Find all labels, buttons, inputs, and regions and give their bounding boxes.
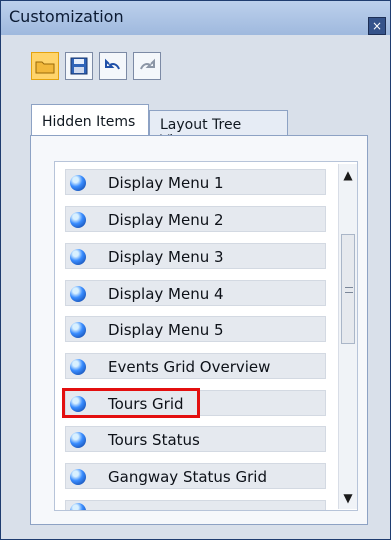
close-button[interactable]: × [368,17,386,35]
item-bullet-icon [70,469,86,485]
list-item[interactable]: Display Menu 4 [65,280,326,306]
list-item[interactable]: Tours Status [65,426,326,452]
scroll-grip-icon [345,287,353,293]
item-bullet-icon [70,286,86,302]
undo-button[interactable] [99,52,127,80]
list-item[interactable]: Display Menu 5 [65,316,326,342]
scroll-down-arrow-icon[interactable]: ▼ [341,491,355,505]
list-item[interactable]: Events Grid Overview [65,353,326,379]
item-bullet-icon [70,249,86,265]
redo-icon [140,58,155,70]
open-button[interactable] [31,52,59,80]
item-bullet-icon [70,322,86,338]
list-item[interactable]: Gangway Status Grid [65,463,326,489]
window-title: Customization [9,7,124,26]
tab-layout-tree-view[interactable]: Layout Tree View [149,110,288,149]
tab-hidden-items[interactable]: Hidden Items [31,104,149,138]
open-folder-icon [35,61,55,74]
customization-window: Customization × Hidden Items Layout Tree… [0,0,391,540]
save-icon [70,57,88,75]
item-bullet-icon [70,212,86,228]
item-bullet-icon [70,359,86,375]
scroll-thumb[interactable] [341,234,355,344]
list-item[interactable]: Tours Grid [62,388,326,418]
title-bar: Customization × [1,1,390,36]
undo-icon [105,58,120,70]
save-button[interactable] [65,52,93,80]
item-bullet-icon [70,503,86,510]
list-item[interactable]: Display Menu 1 [65,169,326,195]
item-bullet-icon [70,175,86,191]
list-item[interactable]: Display Menu 3 [65,243,326,269]
vertical-scrollbar[interactable]: ▲ ▼ [338,164,357,509]
hidden-items-list: Display Menu 1 Display Menu 2 Display Me… [54,161,358,511]
redo-button[interactable] [133,52,161,80]
list-item-partial[interactable] [65,500,326,510]
toolbar [31,52,161,84]
item-bullet-icon [70,432,86,448]
list-item[interactable]: Display Menu 2 [65,206,326,232]
item-bullet-icon [70,396,86,412]
scroll-up-arrow-icon[interactable]: ▲ [341,168,355,182]
